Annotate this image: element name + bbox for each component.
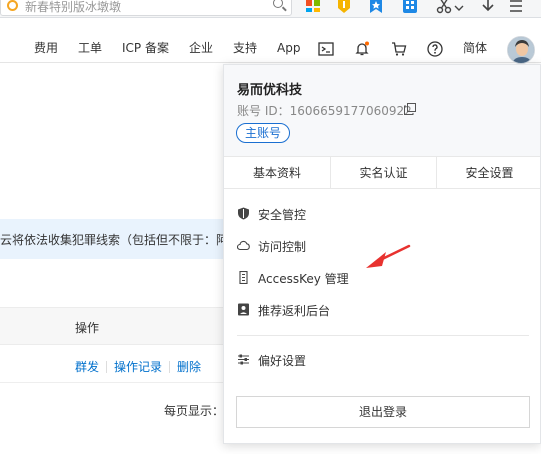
nav-billing[interactable]: 费用	[34, 33, 58, 63]
address-bar[interactable]: 新春特别版冰墩墩	[0, 0, 292, 16]
search-icon[interactable]	[273, 0, 283, 8]
cart-icon[interactable]	[391, 41, 407, 57]
divider	[169, 361, 171, 373]
page-size-label: 每页显示：	[164, 404, 225, 418]
main-account-badge: 主账号	[236, 123, 291, 143]
menu-item-referral-rebate[interactable]: 推荐返利后台	[224, 294, 540, 326]
windows-grid-icon[interactable]	[305, 0, 321, 14]
download-icon[interactable]	[480, 0, 496, 14]
account-dropdown-panel: 易而优科技 账号 ID：1606659177060922 主账号 基本资料 实名…	[223, 64, 541, 444]
tab-security-settings[interactable]: 安全设置	[437, 157, 541, 189]
shield-icon	[238, 207, 249, 220]
menu-label: AccessKey 管理	[258, 272, 349, 286]
nav-support[interactable]: 支持	[233, 33, 257, 63]
language-switch[interactable]: 简体	[463, 33, 487, 63]
tab-real-name-verification[interactable]: 实名认证	[331, 157, 436, 189]
user-avatar-icon	[508, 37, 534, 63]
key-icon	[239, 271, 248, 284]
menu-label: 偏好设置	[258, 354, 307, 368]
rebate-icon	[238, 303, 249, 316]
menu-icon[interactable]	[508, 0, 524, 14]
address-bar-text: 新春特别版冰墩墩	[25, 0, 122, 14]
tab-basic-info[interactable]: 基本资料	[224, 157, 330, 189]
chevron-down-icon[interactable]	[451, 0, 467, 14]
bookmark-star-icon[interactable]	[368, 0, 384, 14]
nav-tickets[interactable]: 工单	[78, 33, 102, 63]
notice-text: 云将依法收集犯罪线索（包括但不限于：阿	[0, 233, 229, 247]
operation-log-link[interactable]: 操作记录	[114, 360, 162, 374]
menu-item-preferences[interactable]: 偏好设置	[224, 344, 540, 376]
menu-item-access-control[interactable]: 访问控制	[224, 230, 540, 262]
help-icon[interactable]	[427, 41, 443, 57]
account-tabs: 基本资料 实名认证 安全设置	[224, 157, 540, 189]
console-header: 费用 工单 ICP 备案 企业 支持 App 简体	[0, 33, 541, 64]
shield-extension-icon[interactable]	[336, 0, 352, 14]
nav-app[interactable]: App	[277, 33, 300, 63]
account-summary: 易而优科技 账号 ID：1606659177060922 主账号	[224, 65, 540, 157]
menu-label: 推荐返利后台	[258, 304, 331, 318]
menu-label: 访问控制	[258, 240, 307, 254]
divider	[106, 361, 108, 373]
nav-enterprise[interactable]: 企业	[189, 33, 213, 63]
column-header-actions: 操作	[75, 321, 100, 335]
terminal-icon[interactable]	[318, 41, 334, 57]
menu-label: 安全管控	[258, 208, 307, 222]
company-name: 易而优科技	[237, 83, 303, 98]
nav-icp-filing[interactable]: ICP 备案	[122, 33, 169, 63]
browser-toolbar: 新春特别版冰墩墩	[0, 0, 541, 18]
menu-divider	[237, 335, 529, 336]
logout-button[interactable]: 退出登录	[236, 396, 530, 428]
cloud-icon	[237, 240, 250, 251]
menu-item-accesskey[interactable]: AccessKey 管理	[224, 262, 540, 294]
table-row-actions: 群发 操作记录 删除	[75, 358, 201, 375]
account-id: 账号 ID：1606659177060922	[237, 104, 412, 118]
sliders-icon	[238, 354, 249, 365]
browser-logo-icon	[7, 0, 18, 11]
menu-item-security-control[interactable]: 安全管控	[224, 198, 540, 230]
calculator-icon[interactable]	[402, 0, 418, 14]
copy-icon[interactable]	[404, 103, 416, 115]
bell-icon[interactable]	[354, 41, 370, 57]
avatar[interactable]	[507, 36, 535, 64]
mass-send-link[interactable]: 群发	[75, 360, 99, 374]
scissors-icon[interactable]	[436, 0, 452, 14]
delete-link[interactable]: 删除	[177, 360, 201, 374]
